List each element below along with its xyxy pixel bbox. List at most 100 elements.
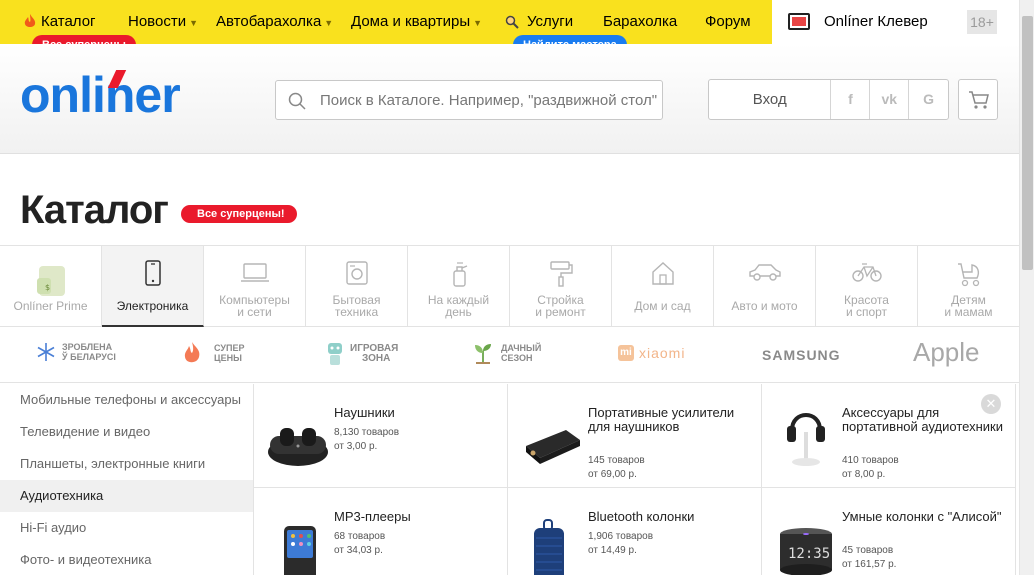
close-icon[interactable]: ✕ <box>981 394 1001 414</box>
brand-dacha-season[interactable]: ДАЧНЫЙ СЕЗОН <box>471 341 541 365</box>
category-everyday[interactable]: На каждый день <box>408 246 510 327</box>
washing-machine-icon <box>345 261 368 285</box>
product-price: от 3,00 р. <box>334 441 378 452</box>
product-name: Портативные усилители для наушников <box>588 405 735 434</box>
google-icon[interactable]: G <box>909 80 948 119</box>
scrollbar-thumb[interactable] <box>1022 16 1033 270</box>
page-scrollbar[interactable] <box>1019 0 1034 575</box>
sidebar-item-tv[interactable]: Телевидение и видео <box>0 416 253 448</box>
sidebar-item-photo[interactable]: Фото- и видеотехника <box>0 544 253 575</box>
top-navigation: Каталог Новости ▼ Автобарахолка ▼ Дома и к… <box>0 0 1019 44</box>
nav-news[interactable]: Новости ▼ <box>128 13 198 30</box>
product-tile[interactable]: Наушники 8,130 товаров от 3,00 р. <box>254 384 508 488</box>
product-count: 145 товаров <box>588 455 645 466</box>
chevron-down-icon: ▼ <box>324 17 334 28</box>
nav-realty-label: Дома и квартиры <box>351 13 471 30</box>
product-tile[interactable]: MP3-плееры 68 товаров от 34,03 р. <box>254 488 508 575</box>
category-prime[interactable]: $ Onlíner Prime <box>0 246 102 327</box>
nav-forum[interactable]: Форум <box>705 13 751 30</box>
search-input[interactable] <box>320 81 660 119</box>
fire-icon <box>184 342 200 363</box>
site-header: onliner Вход f vk G <box>0 44 1019 154</box>
mp3-player-image <box>284 526 316 575</box>
product-price: от 69,00 р. <box>588 469 637 480</box>
brand-samsung[interactable]: SAMSUNG <box>762 347 841 363</box>
laptop-icon <box>240 263 269 282</box>
category-label: и сети <box>237 305 272 319</box>
subcategory-sidebar: Мобильные телефоны и аксессуары Телевиде… <box>0 384 254 575</box>
category-construction[interactable]: Стройка и ремонт <box>510 246 612 327</box>
product-name: Bluetooth колонки <box>588 509 695 524</box>
car-icon <box>748 264 781 281</box>
search-icon <box>288 92 306 110</box>
login-button[interactable]: Вход <box>709 80 832 119</box>
sidebar-item-hifi[interactable]: Hi-Fi аудио <box>0 512 253 544</box>
nav-services[interactable]: Услуги <box>505 13 573 30</box>
brand-super-prices[interactable]: СУПЕР ЦЕНЫ <box>182 341 244 365</box>
svg-text:$: $ <box>45 283 50 292</box>
product-count: 45 товаров <box>842 545 894 556</box>
sidebar-item-mobile[interactable]: Мобильные телефоны и аксессуары <box>0 384 253 416</box>
sidebar-item-audio[interactable]: Аудиотехника <box>0 480 253 512</box>
brand-xiaomi[interactable]: mi xiaomi <box>618 345 685 361</box>
mi-logo-icon: mi <box>618 345 634 361</box>
chevron-down-icon: ▼ <box>189 17 198 28</box>
nav-catalog[interactable]: Каталог <box>24 13 96 30</box>
clever-label: Onlíner Клевер <box>824 13 928 30</box>
brand-strip: ЗРОБЛЕНА Ў БЕЛАРУСІ СУПЕР ЦЕНЫ ИГРОВАЯ З… <box>0 327 1019 383</box>
product-tile[interactable]: Bluetooth колонки 1,906 товаров от 14,49… <box>508 488 762 575</box>
brand-made-in-belarus[interactable]: ЗРОБЛЕНА Ў БЕЛАРУСІ <box>36 341 116 363</box>
magnifier-icon <box>505 15 519 29</box>
category-label: Авто и мото <box>731 299 798 313</box>
smartphone-icon <box>144 260 161 286</box>
brand-apple[interactable]: Apple <box>913 337 980 368</box>
product-price: от 8,00 р. <box>842 469 886 480</box>
category-label: Электроника <box>116 299 189 313</box>
category-label: и ремонт <box>535 305 586 319</box>
prime-bag-icon: $ <box>36 266 65 296</box>
superprice-title-badge[interactable]: Все суперцены! <box>181 205 297 223</box>
product-tile[interactable]: 12:35 Умные колонки с "Алисой" 45 товаро… <box>762 488 1016 575</box>
category-bar: $ Onlíner Prime Электроника Компьютеры и… <box>0 245 1019 327</box>
brand-game-zone[interactable]: ИГРОВАЯ ЗОНА <box>326 341 398 367</box>
brand-line: СУПЕР <box>214 343 245 353</box>
nav-baraholka-label: Барахолка <box>603 13 678 30</box>
vk-icon[interactable]: vk <box>870 80 910 119</box>
nav-baraholka[interactable]: Барахолка <box>603 13 677 30</box>
product-name: Умные колонки с "Алисой" <box>842 509 1002 524</box>
category-home-garden[interactable]: Дом и сад <box>612 246 714 327</box>
product-tile[interactable]: Портативные усилители для наушников 145 … <box>508 384 762 488</box>
brand-line: ЗОНА <box>362 353 391 364</box>
product-name: MP3-плееры <box>334 509 411 524</box>
clock-display: 12:35 <box>788 546 830 562</box>
category-electronics[interactable]: Электроника <box>102 246 204 327</box>
auth-panel: Вход f vk G <box>708 79 949 120</box>
onliner-logo[interactable]: onliner <box>20 66 181 124</box>
category-auto[interactable]: Авто и мото <box>714 246 816 327</box>
clever-link[interactable]: Onlíner Клевер 18+ <box>772 0 1019 44</box>
cart-button[interactable] <box>958 79 998 120</box>
flame-icon <box>24 14 36 27</box>
brand-samsung-label: SAMSUNG <box>762 347 841 363</box>
age-badge: 18+ <box>967 10 997 34</box>
bicycle-icon <box>851 263 882 282</box>
sidebar-item-tablets[interactable]: Планшеты, электронные книги <box>0 448 253 480</box>
category-label: день <box>445 305 472 319</box>
sprout-icon <box>475 344 491 364</box>
product-tile[interactable]: Аксессуары для портативной аудиотехники … <box>762 384 1016 488</box>
paint-roller-icon <box>549 261 573 287</box>
nav-realty[interactable]: Дома и квартиры ▼ <box>351 13 482 30</box>
category-beauty-sport[interactable]: Красота и спорт <box>816 246 918 327</box>
brand-apple-label: Apple <box>913 337 980 367</box>
category-kids[interactable]: Детям и мамам <box>918 246 1019 327</box>
brand-line: СЕЗОН <box>501 353 533 363</box>
nav-news-label: Новости <box>128 13 187 30</box>
nav-auto[interactable]: Автобарахолка ▼ <box>216 13 333 30</box>
tv-icon <box>788 13 810 30</box>
category-appliances[interactable]: Бытовая техника <box>306 246 408 327</box>
stroller-icon <box>957 263 979 287</box>
category-computers[interactable]: Компьютеры и сети <box>204 246 306 327</box>
category-label: Onlíner Prime <box>13 299 88 313</box>
facebook-icon[interactable]: f <box>831 80 871 119</box>
brand-line: ЗРОБЛЕНА <box>62 342 113 352</box>
